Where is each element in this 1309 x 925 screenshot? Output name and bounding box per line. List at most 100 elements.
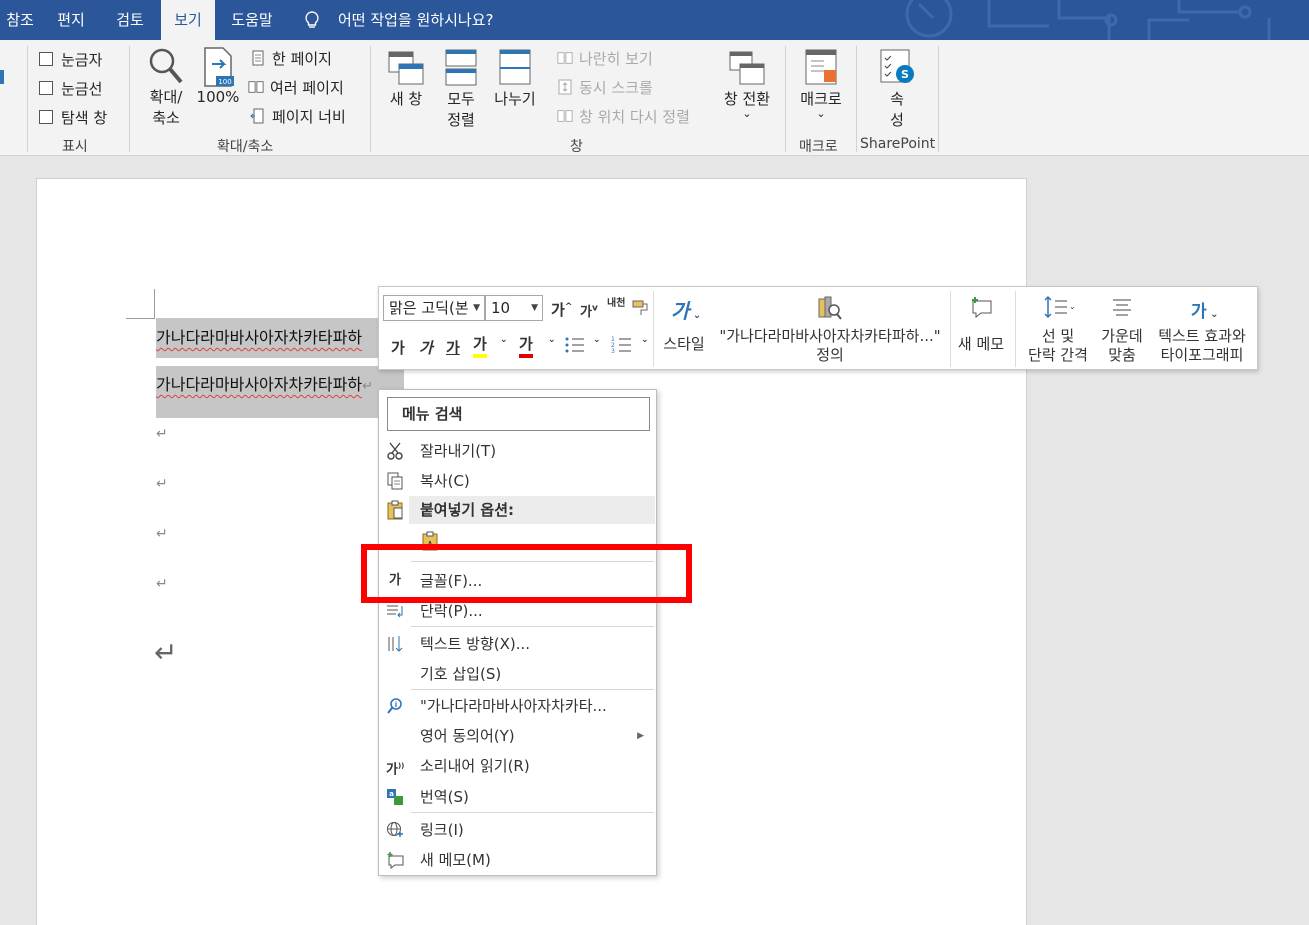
menu-item-read-aloud[interactable]: 가)) 소리내어 읽기(R)	[379, 752, 656, 780]
magnifier-icon	[149, 48, 183, 84]
mini-toolbar: 맑은 고딕(본 ▼ 10 ▼ 가^ 가v 내천 가 가 가 가 ⌄ 가 ⌄ ⌄ 12…	[378, 286, 1258, 370]
properties-label-2: 성	[890, 111, 904, 129]
context-menu: 메뉴 검색 잘라내기(T) 복사(C) 붙여넣기 옵션: A 가 글꼴(F)..…	[378, 389, 657, 876]
sync-scroll-icon	[558, 79, 572, 95]
menu-separator	[411, 812, 654, 813]
zoom-100-button[interactable]: 100 100%	[196, 46, 240, 106]
chevron-down-icon[interactable]: ⌄	[641, 335, 649, 345]
menu-item-translate[interactable]: a 번역(S)	[379, 783, 656, 811]
menu-item-text-direction[interactable]: 텍스트 방향(X)...	[379, 630, 656, 658]
ribbon-separator	[27, 46, 28, 152]
red-highlight-box	[361, 544, 692, 603]
group-label-macros: 매크로	[799, 139, 838, 155]
define-book-icon	[818, 296, 842, 320]
group-label-sharepoint: SharePoint	[860, 136, 936, 152]
side-by-side-icon	[557, 52, 573, 64]
svg-text:3: 3	[611, 348, 615, 355]
tell-me-text: 어떤 작업을 원하시나요?	[338, 11, 494, 29]
menu-separator	[411, 689, 654, 690]
macros-button[interactable]: 매크로 ⌄	[794, 48, 848, 119]
chevron-down-icon[interactable]: ⌄	[500, 335, 508, 345]
svg-text:S: S	[901, 68, 909, 81]
chevron-down-icon[interactable]: ⌄	[593, 335, 601, 345]
end-paragraph-mark: ↵	[154, 636, 178, 669]
zoom-button[interactable]: 확대/ 축소	[140, 46, 192, 128]
bold-icon[interactable]: 가	[391, 337, 405, 358]
new-window-label: 새 창	[389, 90, 423, 108]
selected-text-line-1[interactable]: 가나다라마바사아자차카타파하	[156, 318, 380, 358]
new-comment-icon	[387, 852, 404, 869]
define-label-1: "가나다라마바사아자차카타파하..."	[719, 327, 941, 345]
read-aloud-icon: 가))	[386, 762, 405, 778]
split-window-icon	[499, 49, 531, 85]
line-spacing-label-1: 선 및	[1041, 327, 1075, 345]
grow-font-icon[interactable]: 가^	[551, 299, 572, 320]
menu-item-smart-lookup[interactable]: i "가나다라마바사아자차카타...	[379, 692, 656, 720]
ribbon-separator	[129, 46, 130, 152]
toolbar-separator	[653, 291, 654, 367]
numbering-icon[interactable]: 123	[611, 335, 633, 355]
font-color-icon[interactable]: 가	[519, 333, 533, 358]
new-comment-icon	[972, 297, 992, 319]
menu-item-new-comment[interactable]: 새 메모(M)	[379, 846, 656, 874]
menu-item-english-synonyms[interactable]: 영어 동의어(Y) ▶	[379, 722, 656, 750]
reset-position-icon	[557, 110, 573, 122]
selected-text-line-2[interactable]: 가나다라마바사아자차카타파하↵	[156, 366, 404, 418]
tab-review[interactable]: 검토	[103, 0, 157, 40]
text-effects-icon: 가 ⌄	[1191, 302, 1219, 322]
lightbulb-icon	[305, 11, 319, 28]
tab-mailings[interactable]: 편지	[46, 0, 96, 40]
menu-search-input[interactable]: 메뉴 검색	[387, 397, 650, 431]
shrink-font-icon[interactable]: 가v	[580, 301, 598, 320]
styles-label: 스타일	[663, 335, 705, 353]
zoom-label-2: 축소	[152, 109, 180, 127]
switch-windows-button[interactable]: 창 전환 ⌄	[719, 48, 775, 119]
text-effects-label-1: 텍스트 효과와	[1158, 327, 1246, 345]
center-label-2: 맞춤	[1108, 346, 1136, 364]
underline-icon[interactable]: 가	[446, 337, 460, 358]
paste-icon	[387, 500, 403, 520]
sharepoint-properties-icon: S	[880, 49, 914, 83]
menu-item-link[interactable]: 링크(I)	[379, 816, 656, 844]
ribbon-separator	[370, 46, 371, 152]
highlight-color-icon[interactable]: 가	[473, 333, 487, 358]
italic-icon[interactable]: 가	[419, 337, 433, 358]
paste-options-header: 붙여넣기 옵션:	[409, 496, 655, 524]
tab-view[interactable]: 보기	[161, 0, 215, 40]
arrange-all-button[interactable]: 모두 정렬	[440, 48, 482, 130]
multiple-pages-icon	[248, 81, 264, 93]
menu-item-insert-symbol[interactable]: 기호 삽입(S)	[379, 660, 656, 688]
copy-icon	[387, 472, 403, 490]
ribbon-separator	[785, 46, 786, 152]
group-label-zoom: 확대/축소	[217, 139, 274, 155]
define-label-2: 정의	[816, 346, 844, 364]
switch-windows-icon	[729, 51, 765, 85]
paragraph-mark: ↵	[156, 476, 168, 492]
tab-references[interactable]: 참조	[0, 0, 40, 40]
translate-icon: a	[387, 789, 403, 805]
tab-help[interactable]: 도움말	[222, 0, 282, 40]
new-window-button[interactable]: 새 창	[384, 48, 428, 109]
bullets-icon[interactable]	[564, 335, 586, 355]
new-comment-label: 새 메모	[957, 335, 1005, 353]
font-size-combo[interactable]: 10 ▼	[485, 295, 543, 321]
svg-text:a: a	[389, 790, 394, 798]
zoom-100-icon: 100	[204, 47, 234, 87]
font-name-combo[interactable]: 맑은 고딕(본 ▼	[383, 295, 485, 321]
center-label-1: 가운데	[1101, 327, 1143, 345]
text-direction-icon	[388, 636, 403, 652]
smart-lookup-icon: i	[387, 698, 402, 714]
format-painter-icon[interactable]	[631, 299, 651, 317]
toolbar-separator	[950, 291, 951, 367]
paragraph-mark: ↵	[156, 426, 168, 442]
split-button[interactable]: 나누기	[490, 48, 540, 109]
menu-item-cut[interactable]: 잘라내기(T)	[379, 437, 656, 465]
chevron-down-icon[interactable]: ⌄	[548, 335, 556, 345]
phonetic-guide-icon[interactable]: 내천	[607, 299, 625, 309]
menu-item-copy[interactable]: 복사(C)	[379, 467, 656, 495]
paragraph-icon	[387, 605, 403, 618]
cut-off-icon	[0, 70, 4, 84]
group-label-show: 표시	[62, 139, 88, 155]
crop-mark	[154, 289, 155, 319]
properties-button[interactable]: S 속 성	[872, 48, 922, 130]
